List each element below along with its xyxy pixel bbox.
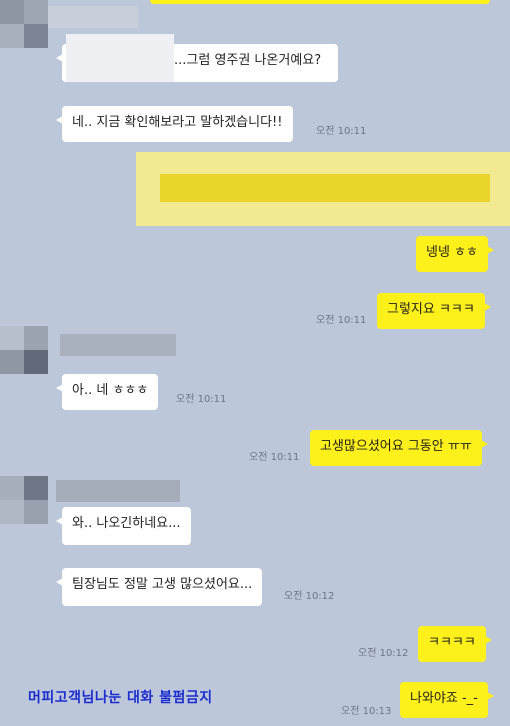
outgoing-message[interactable]: 넹넹 ㅎㅎ bbox=[416, 236, 494, 272]
message-text: 아.. 네 ㅎㅎㅎ bbox=[72, 383, 149, 398]
message-text: 네.. 지금 확인해보라고 말하겠습니다!! bbox=[72, 115, 283, 130]
message-text: 그렇지요 ㅋㅋㅋ bbox=[387, 302, 475, 317]
message-time: 오전 10:11 bbox=[176, 394, 227, 405]
incoming-message[interactable]: 와.. 나오긴하네요... bbox=[56, 507, 191, 545]
message-time: 오전 10:12 bbox=[358, 648, 409, 659]
avatar[interactable] bbox=[0, 326, 48, 374]
message-text: 넹넹 ㅎㅎ bbox=[426, 245, 478, 260]
message-time: 오전 10:13 bbox=[341, 706, 392, 717]
message-time: 오전 10:11 bbox=[316, 126, 367, 137]
message-time: 오전 10:12 bbox=[284, 591, 335, 602]
incoming-message[interactable]: 네.. 지금 확인해보라고 말하겠습니다!! bbox=[56, 106, 293, 142]
message-time: 오전 10:11 bbox=[249, 452, 300, 463]
message-text: 고생많으셨어요 그동안 ㅠㅠ bbox=[320, 439, 472, 454]
blurred-message-start bbox=[66, 34, 174, 82]
message-text: ㅋㅋㅋㅋ bbox=[428, 635, 476, 650]
avatar[interactable] bbox=[0, 476, 48, 524]
partial-outgoing-bubble bbox=[150, 0, 490, 4]
watermark-text: 머피고객님나눈 대화 불펌금지 bbox=[28, 690, 213, 706]
avatar[interactable] bbox=[0, 0, 48, 48]
blurred-outgoing-message-inner bbox=[160, 174, 490, 202]
sender-name-blurred bbox=[56, 480, 180, 502]
outgoing-message[interactable]: 그렇지요 ㅋㅋㅋ bbox=[377, 293, 491, 329]
incoming-message[interactable]: 팀장님도 정말 고생 많으셨어요... bbox=[55, 568, 263, 606]
message-text: 나와야죠 -_- bbox=[410, 691, 478, 706]
outgoing-message[interactable]: 나와야죠 -_- bbox=[400, 682, 494, 718]
incoming-message[interactable]: 아.. 네 ㅎㅎㅎ bbox=[55, 374, 159, 410]
sender-name-blurred bbox=[48, 6, 138, 28]
message-time: 오전 10:11 bbox=[316, 315, 367, 326]
message-text: 팀장님도 정말 고생 많으셨어요... bbox=[72, 577, 253, 592]
message-text: 와.. 나오긴하네요... bbox=[72, 516, 181, 531]
outgoing-message[interactable]: ㅋㅋㅋㅋ bbox=[418, 626, 492, 662]
message-text: ...그럼 영주권 나온거예요? bbox=[174, 53, 322, 68]
outgoing-message[interactable]: 고생많으셨어요 그동안 ㅠㅠ bbox=[310, 430, 488, 466]
sender-name-blurred bbox=[60, 334, 176, 356]
